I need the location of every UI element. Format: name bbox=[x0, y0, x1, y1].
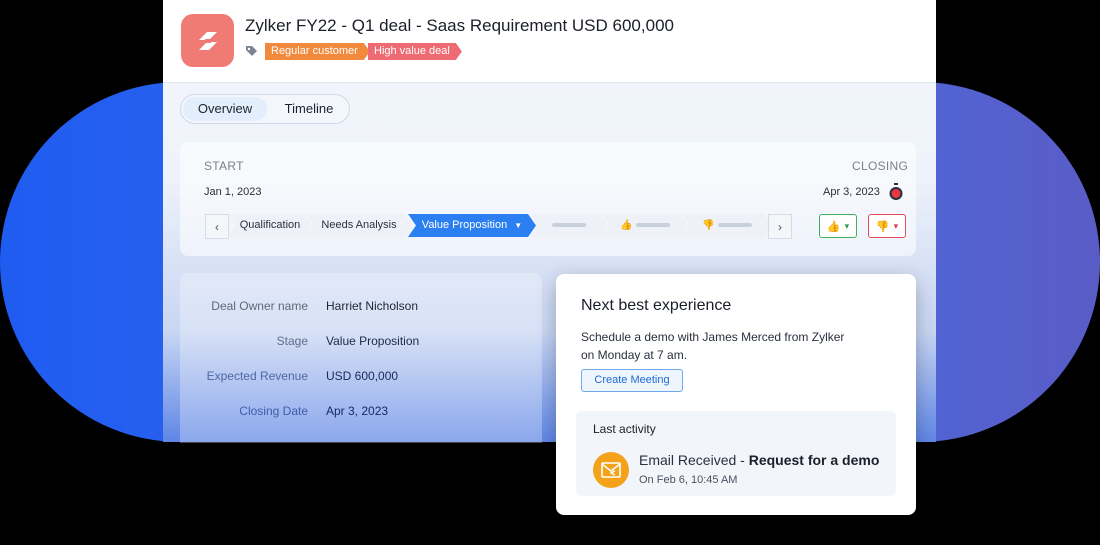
chevron-down-icon: ▾ bbox=[844, 220, 850, 231]
info-label-stage: Stage bbox=[276, 334, 308, 348]
activity-type: Email Received - bbox=[639, 452, 749, 468]
stage-active-label: Value Proposition bbox=[421, 219, 508, 231]
stage-placeholder-1[interactable] bbox=[530, 214, 608, 237]
company-logo bbox=[181, 14, 234, 67]
info-value-closing-date: Apr 3, 2023 bbox=[326, 404, 389, 418]
info-label-closing-date: Closing Date bbox=[239, 404, 308, 418]
next-best-line-1: Schedule a demo with James Merced from Z… bbox=[581, 330, 845, 344]
stage-value-proposition[interactable]: Value Proposition ▼ bbox=[408, 214, 536, 237]
deal-title: Zylker FY22 - Q1 deal - Saas Requirement… bbox=[245, 16, 674, 35]
stage-panel bbox=[180, 142, 916, 256]
thumbs-down-icon: 👎 bbox=[702, 220, 715, 231]
tag-high-value-deal[interactable]: High value deal bbox=[368, 43, 462, 60]
next-best-title: Next best experience bbox=[581, 297, 732, 314]
stage-needs-analysis[interactable]: Needs Analysis bbox=[306, 214, 412, 237]
mark-won-button[interactable]: 👍 ▾ bbox=[819, 214, 857, 238]
stage-qualification[interactable]: Qualification bbox=[228, 214, 312, 237]
chevron-down-icon: ▾ bbox=[893, 220, 899, 231]
activity-time: On Feb 6, 10:45 AM bbox=[639, 474, 738, 486]
tag-regular-customer[interactable]: Regular customer bbox=[265, 43, 370, 60]
tab-timeline[interactable]: Timeline bbox=[271, 97, 347, 121]
info-value-revenue: USD 600,000 bbox=[326, 369, 399, 383]
info-label-owner: Deal Owner name bbox=[211, 299, 308, 313]
pipeline-prev-button[interactable]: ‹ bbox=[205, 214, 229, 239]
info-label-revenue: Expected Revenue bbox=[206, 369, 308, 383]
last-activity-title: Last activity bbox=[593, 422, 656, 436]
next-best-line-2: on Monday at 7 am. bbox=[581, 348, 688, 362]
closing-label: CLOSING bbox=[852, 159, 909, 173]
stage-placeholder-bar bbox=[552, 223, 586, 227]
start-label: START bbox=[204, 159, 244, 173]
create-meeting-button[interactable]: Create Meeting bbox=[581, 369, 683, 392]
tag-icon bbox=[245, 45, 258, 63]
view-tabs: Overview Timeline bbox=[180, 94, 350, 124]
thumbs-down-icon: 👎 bbox=[875, 220, 890, 233]
info-value-stage: Value Proposition bbox=[326, 334, 420, 348]
tab-overview[interactable]: Overview bbox=[183, 97, 267, 121]
info-value-owner: Harriet Nicholson bbox=[326, 299, 419, 313]
deal-header bbox=[163, 0, 936, 83]
stage-closed-won[interactable]: 👍 bbox=[602, 214, 688, 237]
start-date: Jan 1, 2023 bbox=[204, 186, 262, 198]
stage-placeholder-bar bbox=[636, 223, 670, 227]
activity-subject: Request for a demo bbox=[748, 452, 880, 468]
chevron-down-icon: ▼ bbox=[514, 221, 523, 230]
timer-icon bbox=[888, 183, 904, 206]
activity-summary[interactable]: Email Received - Request for a demo bbox=[639, 452, 879, 468]
stage-closed-lost[interactable]: 👎 bbox=[682, 214, 772, 237]
mail-received-icon bbox=[593, 452, 629, 488]
next-best-description: Schedule a demo with James Merced from Z… bbox=[581, 328, 871, 364]
thumbs-up-icon: 👍 bbox=[826, 220, 841, 233]
closing-date: Apr 3, 2023 bbox=[823, 186, 880, 198]
pipeline-next-button[interactable]: › bbox=[768, 214, 792, 239]
thumbs-up-icon: 👍 bbox=[620, 220, 633, 231]
mark-lost-button[interactable]: 👎 ▾ bbox=[868, 214, 906, 238]
stage-placeholder-bar bbox=[718, 223, 752, 227]
